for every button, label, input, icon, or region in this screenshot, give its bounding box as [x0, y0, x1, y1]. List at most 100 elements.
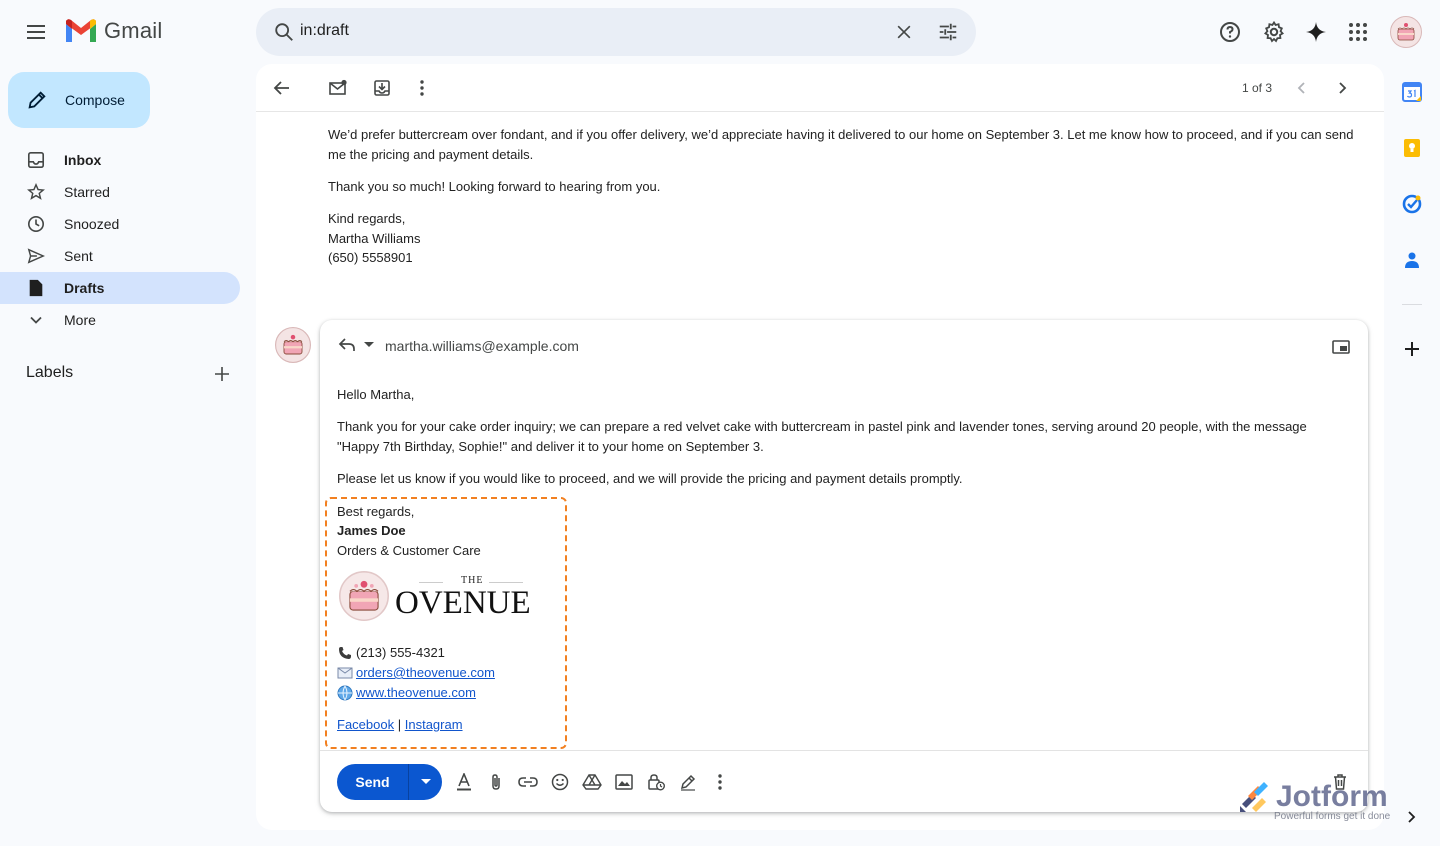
gemini-button[interactable] [1296, 12, 1336, 52]
globe-icon [337, 685, 353, 701]
jotform-tagline: Powerful forms get it done [1274, 811, 1391, 822]
signature-website-link[interactable]: www.theovenue.com [356, 683, 476, 703]
confidential-mode-button[interactable] [640, 766, 672, 798]
signature-social-row: Facebook | Instagram [337, 715, 463, 735]
gmail-logo[interactable]: Gmail [64, 18, 162, 44]
reply-recipient[interactable]: martha.williams@example.com [385, 338, 579, 354]
nav-item-drafts[interactable]: Drafts [0, 272, 240, 304]
clear-search-button[interactable] [884, 12, 924, 52]
tune-icon [939, 23, 957, 41]
nav-item-label: Sent [64, 248, 93, 264]
back-button[interactable] [262, 68, 302, 108]
nav-item-inbox[interactable]: Inbox [0, 144, 240, 176]
compose-label: Compose [65, 92, 125, 108]
jotform-brand: Jotform [1276, 780, 1388, 813]
main-menu-button[interactable] [16, 12, 56, 52]
account-avatar[interactable] [1386, 12, 1426, 52]
star-icon [27, 183, 45, 200]
reply-paragraph[interactable]: Thank you for your cake order inquiry; w… [337, 417, 1337, 457]
signature-email-row: orders@theovenue.com [337, 663, 495, 683]
logo-rule [489, 582, 523, 583]
signature-name: James Doe [337, 523, 406, 538]
send-options-button[interactable] [409, 764, 442, 800]
help-button[interactable] [1210, 12, 1250, 52]
image-icon [615, 774, 633, 790]
insert-link-button[interactable] [512, 766, 544, 798]
message-paragraph: Thank you so much! Looking forward to he… [328, 179, 661, 194]
more-vert-icon [420, 80, 424, 96]
draft-icon [29, 279, 43, 297]
contacts-button[interactable] [1392, 240, 1432, 280]
newer-button[interactable] [1282, 68, 1322, 108]
settings-button[interactable] [1254, 12, 1294, 52]
older-button[interactable] [1322, 68, 1362, 108]
keep-button[interactable] [1392, 128, 1432, 168]
nav-item-label: Snoozed [64, 216, 120, 232]
create-label-button[interactable] [206, 362, 238, 386]
signature-button[interactable] [672, 766, 704, 798]
insert-photo-button[interactable] [608, 766, 640, 798]
send-icon [27, 248, 45, 264]
reply-icon [338, 338, 355, 351]
search-options-button[interactable] [928, 12, 968, 52]
tasks-button[interactable] [1392, 184, 1432, 224]
search-button[interactable] [264, 12, 304, 52]
send-button[interactable]: Send [337, 764, 409, 800]
move-to-button[interactable] [362, 68, 402, 108]
attach-button[interactable] [480, 766, 512, 798]
reply-greeting[interactable]: Hello Martha, [337, 385, 414, 405]
side-panel-toggle[interactable] [1406, 810, 1416, 824]
search-input[interactable]: in:draft [300, 22, 349, 40]
nav-item-starred[interactable]: Starred [0, 176, 240, 208]
formatting-button[interactable] [448, 766, 480, 798]
popout-button[interactable] [1328, 334, 1354, 360]
mark-unread-button[interactable] [318, 68, 358, 108]
calendar-button[interactable] [1392, 72, 1432, 112]
nav-item-more[interactable]: More [0, 304, 240, 336]
caret-down-icon [364, 342, 374, 347]
compose-button[interactable]: Compose [8, 72, 150, 128]
phone-icon [339, 647, 351, 659]
signature-phone-row: (213) 555-4321 [337, 643, 445, 663]
facebook-link[interactable]: Facebook [337, 717, 394, 732]
nav-item-label: Drafts [64, 280, 105, 296]
instagram-link[interactable]: Instagram [405, 717, 463, 732]
message-paragraph: We’d prefer buttercream over fondant, an… [328, 127, 1354, 162]
message-view: 1 of 3 We’d prefer buttercream over fond… [256, 64, 1384, 830]
nav-item-label: Inbox [64, 152, 102, 168]
app-title: Gmail [104, 18, 163, 43]
cake-logo-icon [339, 571, 389, 621]
logo-big-text: OVENUE [395, 585, 531, 621]
nav-item-sent[interactable]: Sent [0, 240, 240, 272]
sparkle-icon [1306, 22, 1326, 42]
text-format-icon [457, 773, 471, 791]
signature-phone: (213) 555-4321 [356, 645, 445, 660]
reply-paragraph[interactable]: Please let us know if you would like to … [337, 469, 963, 489]
more-compose-options-button[interactable] [704, 766, 736, 798]
nav-item-label: More [64, 312, 96, 328]
cake-avatar-icon [1390, 16, 1422, 48]
arrow-left-icon [273, 81, 289, 95]
apps-button[interactable] [1338, 12, 1378, 52]
pager-text: 1 of 3 [1242, 81, 1273, 95]
email-signature: Best regards, James Doe Orders & Custome… [325, 497, 567, 749]
jotform-logo-icon [1240, 782, 1268, 812]
link-icon [518, 777, 538, 787]
reply-compose-card: martha.williams@example.com Hello Martha… [320, 320, 1368, 812]
drive-button[interactable] [576, 766, 608, 798]
emoji-button[interactable] [544, 766, 576, 798]
drive-icon [582, 774, 602, 790]
plus-icon [215, 367, 229, 381]
reply-type-selector[interactable] [338, 337, 374, 353]
more-vert-icon [718, 774, 722, 790]
close-icon [897, 25, 911, 39]
signature-email-link[interactable]: orders@theovenue.com [356, 663, 495, 683]
get-addons-button[interactable] [1392, 329, 1432, 369]
search-icon [275, 23, 293, 41]
nav-item-snoozed[interactable]: Snoozed [0, 208, 240, 240]
search-bar[interactable]: in:draft [256, 8, 976, 56]
chevron-right-icon [1339, 82, 1347, 94]
more-options-button[interactable] [402, 68, 442, 108]
side-panel-divider [1402, 304, 1422, 305]
message-toolbar: 1 of 3 [256, 64, 1384, 112]
